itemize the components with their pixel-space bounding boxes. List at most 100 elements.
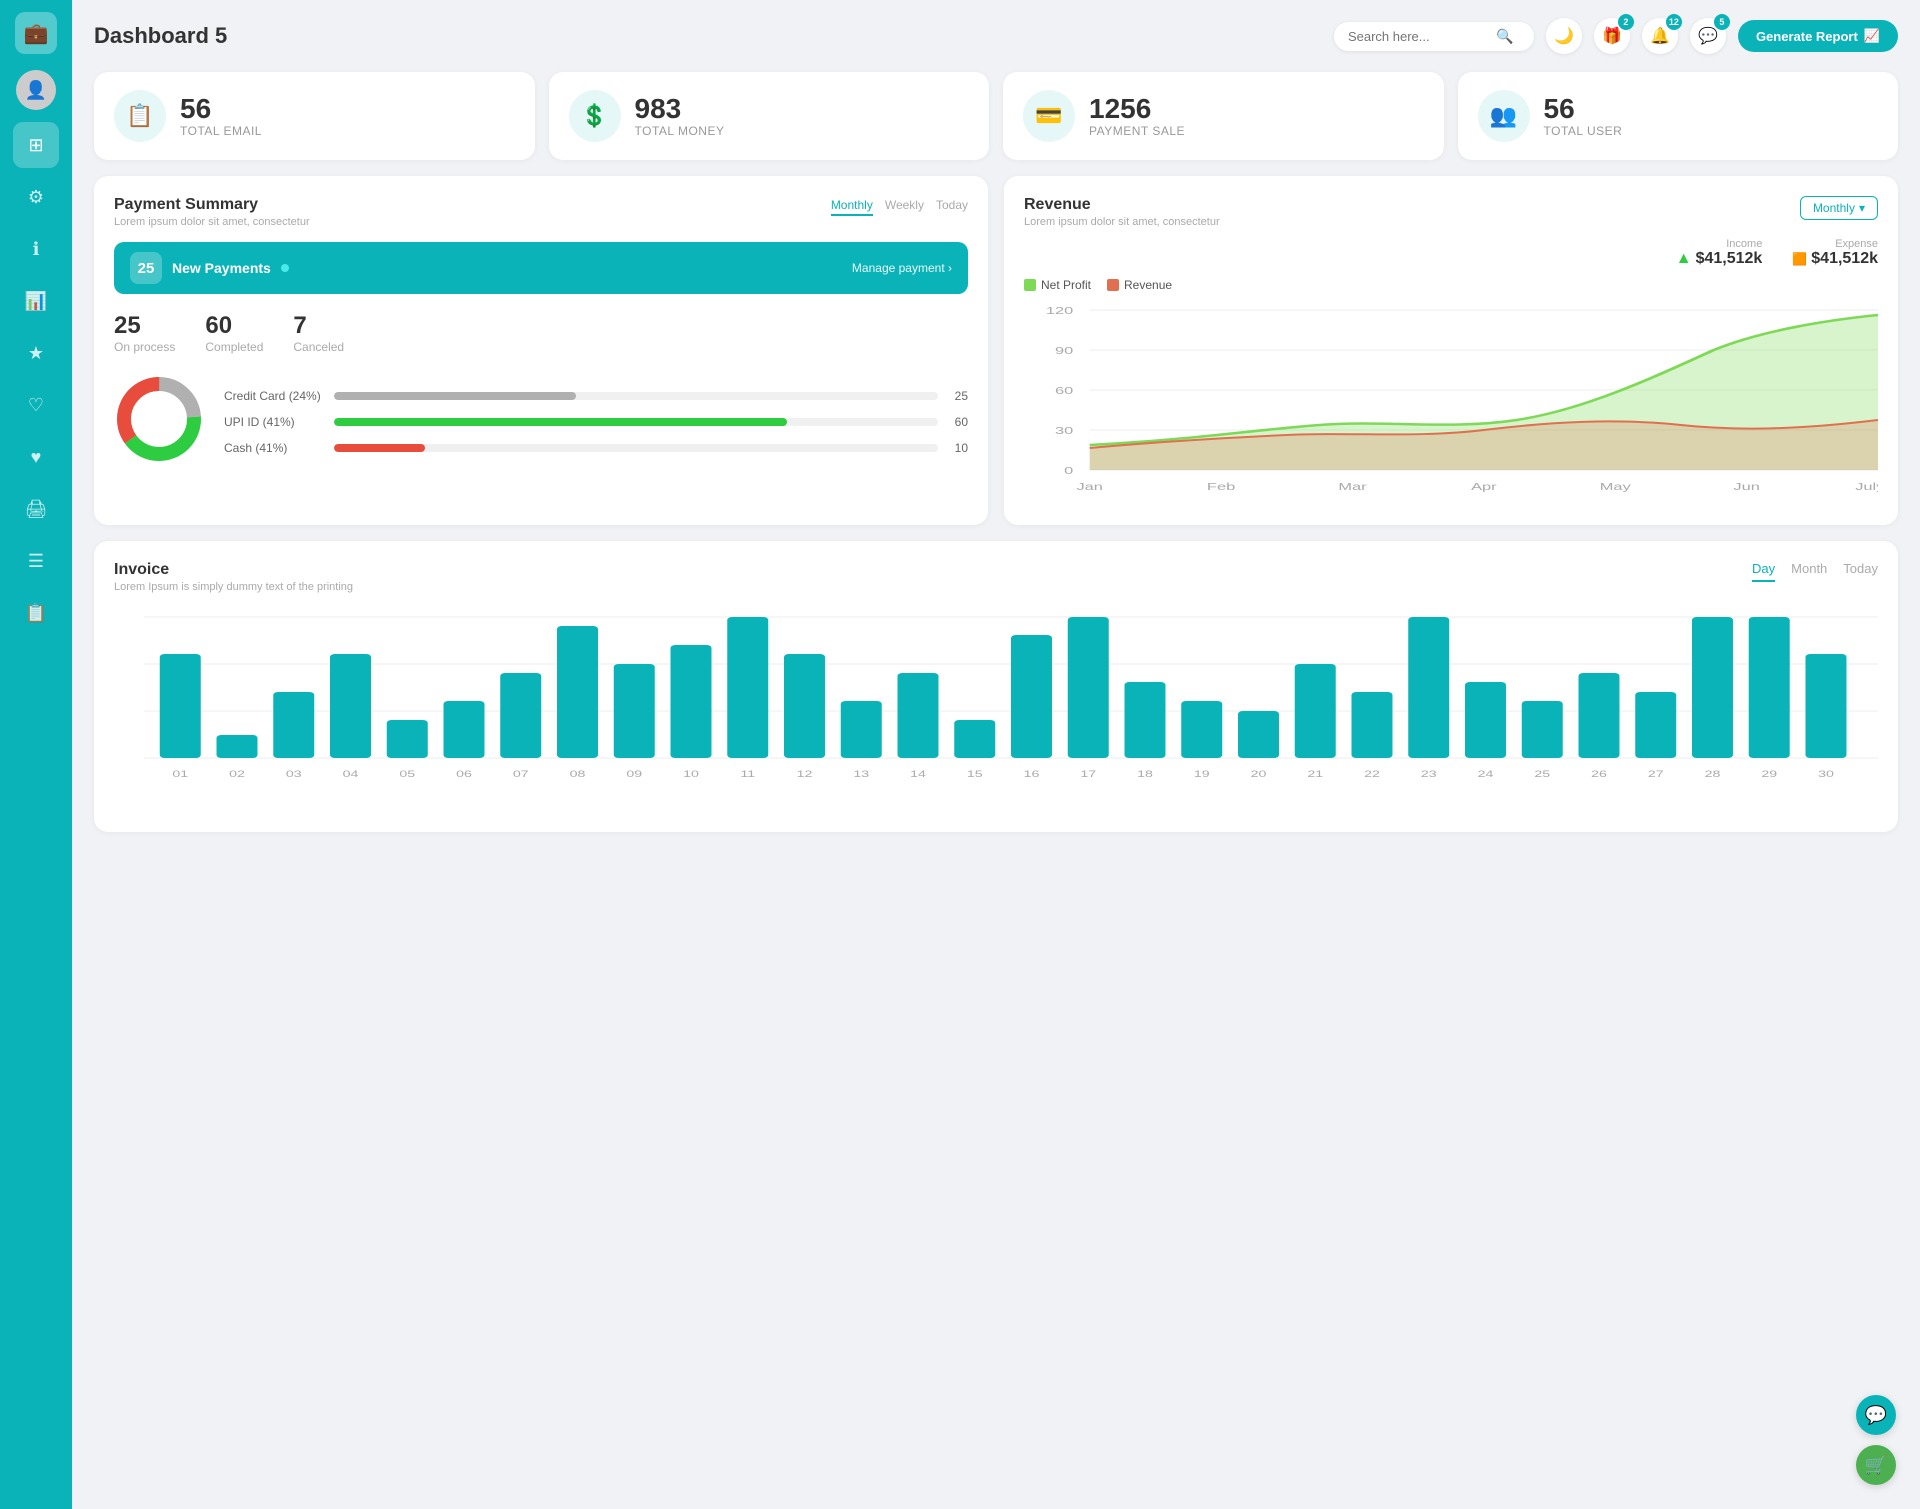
chat-icon-btn[interactable]: 💬 5 <box>1690 18 1726 54</box>
dark-mode-toggle[interactable]: 🌙 <box>1546 18 1582 54</box>
svg-text:03: 03 <box>286 769 302 780</box>
svg-text:18: 18 <box>1137 769 1153 780</box>
invoice-card: Invoice Lorem Ipsum is simply dummy text… <box>94 541 1898 832</box>
svg-text:Apr: Apr <box>1471 481 1497 492</box>
revenue-title-group: Revenue Lorem ipsum dolor sit amet, cons… <box>1024 196 1220 228</box>
income-amount: ▲ $41,512k <box>1676 250 1763 268</box>
income-expense-row: Income ▲ $41,512k Expense 🟧 $41,512k <box>1024 238 1878 268</box>
gift-badge: 2 <box>1618 14 1634 30</box>
cash-bar-wrap <box>334 444 938 452</box>
cart-float-btn[interactable]: 🛒 <box>1856 1445 1896 1485</box>
bell-badge: 12 <box>1666 14 1682 30</box>
svg-text:20: 20 <box>1251 769 1267 780</box>
chevron-down-icon: ▾ <box>1859 201 1865 215</box>
svg-text:Jun: Jun <box>1733 481 1759 492</box>
expense-icon: 🟧 <box>1792 252 1807 266</box>
svg-text:11: 11 <box>740 769 755 780</box>
sidebar-item-heart-outline[interactable]: ♡ <box>13 382 59 428</box>
svg-text:12: 12 <box>797 769 813 780</box>
tab-monthly[interactable]: Monthly <box>831 196 873 216</box>
revenue-header: Revenue Lorem ipsum dolor sit amet, cons… <box>1024 196 1878 228</box>
svg-text:08: 08 <box>570 769 586 780</box>
sidebar-item-chart[interactable]: 📊 <box>13 278 59 324</box>
svg-text:28: 28 <box>1705 769 1721 780</box>
inv-tab-today[interactable]: Today <box>1843 561 1878 582</box>
svg-text:Mar: Mar <box>1338 481 1367 492</box>
on-process-label: On process <box>114 340 175 354</box>
manage-payment-link[interactable]: Manage payment › <box>852 261 952 275</box>
svg-text:July: July <box>1855 481 1878 492</box>
svg-text:30: 30 <box>1055 425 1074 436</box>
on-process-value: 25 <box>114 312 175 340</box>
email-icon: 📋 <box>114 90 166 142</box>
user-label: TOTAL USER <box>1544 124 1623 138</box>
income-item: Income ▲ $41,512k <box>1676 238 1763 268</box>
sidebar-item-star[interactable]: ★ <box>13 330 59 376</box>
svg-text:29: 29 <box>1761 769 1777 780</box>
support-float-btn[interactable]: 💬 <box>1856 1395 1896 1435</box>
credit-label: Credit Card (24%) <box>224 389 324 403</box>
progress-row-cash: Cash (41%) 10 <box>224 441 968 455</box>
sidebar-item-list[interactable]: ☰ <box>13 538 59 584</box>
svg-text:27: 27 <box>1648 769 1664 780</box>
svg-text:06: 06 <box>456 769 472 780</box>
user-number: 56 <box>1544 94 1623 125</box>
sidebar-item-heart-filled[interactable]: ♥ <box>13 434 59 480</box>
revenue-title: Revenue <box>1024 196 1220 214</box>
search-input[interactable] <box>1348 29 1488 44</box>
svg-text:Jan: Jan <box>1076 481 1102 492</box>
svg-text:25: 25 <box>1534 769 1550 780</box>
sidebar-item-settings[interactable]: ⚙ <box>13 174 59 220</box>
stat-cards: 📋 56 TOTAL EMAIL 💲 983 TOTAL MONEY 💳 125… <box>94 72 1898 160</box>
invoice-title: Invoice <box>114 561 353 579</box>
donut-chart <box>114 374 204 469</box>
svg-text:10: 10 <box>683 769 699 780</box>
sidebar: 💼 👤 ⊞ ⚙ ℹ 📊 ★ ♡ ♥ 🖨 ☰ 📋 <box>0 0 72 1509</box>
invoice-chart-wrap: 60 40 20 0 01 02 03 04 05 06 07 <box>114 607 1878 812</box>
generate-report-button[interactable]: Generate Report 📈 <box>1738 20 1898 52</box>
stat-money-info: 983 TOTAL MONEY <box>635 94 725 139</box>
svg-text:09: 09 <box>626 769 642 780</box>
tab-today[interactable]: Today <box>936 196 968 216</box>
stat-email-info: 56 TOTAL EMAIL <box>180 94 262 139</box>
expense-label: Expense <box>1792 238 1878 250</box>
credit-bar <box>334 392 576 400</box>
inv-tab-month[interactable]: Month <box>1791 561 1827 582</box>
gift-icon-btn[interactable]: 🎁 2 <box>1594 18 1630 54</box>
canceled-label: Canceled <box>293 340 344 354</box>
inv-tab-day[interactable]: Day <box>1752 561 1775 582</box>
revenue-monthly-dropdown[interactable]: Monthly ▾ <box>1800 196 1878 220</box>
svg-text:16: 16 <box>1024 769 1040 780</box>
expense-amount: 🟧 $41,512k <box>1792 250 1878 268</box>
invoice-title-group: Invoice Lorem Ipsum is simply dummy text… <box>114 561 353 593</box>
svg-text:120: 120 <box>1046 305 1074 316</box>
tab-weekly[interactable]: Weekly <box>885 196 924 216</box>
sidebar-item-dashboard[interactable]: ⊞ <box>13 122 59 168</box>
svg-text:07: 07 <box>513 769 529 780</box>
svg-text:21: 21 <box>1307 769 1323 780</box>
new-payments-dot <box>281 264 289 272</box>
email-number: 56 <box>180 94 262 125</box>
expense-item: Expense 🟧 $41,512k <box>1792 238 1878 268</box>
stat-card-user: 👥 56 TOTAL USER <box>1458 72 1899 160</box>
money-number: 983 <box>635 94 725 125</box>
sidebar-item-info[interactable]: ℹ <box>13 226 59 272</box>
header-right: 🔍 🌙 🎁 2 🔔 12 💬 5 Generate Report 📈 <box>1334 18 1898 54</box>
income-label: Income <box>1676 238 1763 250</box>
payment-stats-row: 25 On process 60 Completed 7 Canceled <box>114 312 968 354</box>
sidebar-item-print[interactable]: 🖨 <box>13 486 59 532</box>
bell-icon-btn[interactable]: 🔔 12 <box>1642 18 1678 54</box>
payment-header: Payment Summary Lorem ipsum dolor sit am… <box>114 196 968 228</box>
revenue-card: Revenue Lorem ipsum dolor sit amet, cons… <box>1004 176 1898 525</box>
svg-text:30: 30 <box>1818 769 1834 780</box>
cash-val: 10 <box>948 441 968 455</box>
main-content: Dashboard 5 🔍 🌙 🎁 2 🔔 12 💬 5 Generate Re… <box>72 0 1920 1509</box>
payment-summary-card: Payment Summary Lorem ipsum dolor sit am… <box>94 176 988 525</box>
svg-text:Feb: Feb <box>1207 481 1235 492</box>
user-avatar[interactable]: 👤 <box>16 70 56 110</box>
floating-buttons: 💬 🛒 <box>1856 1395 1896 1485</box>
svg-text:13: 13 <box>853 769 869 780</box>
invoice-tabs: Day Month Today <box>1752 561 1878 582</box>
legend-net-profit: Net Profit <box>1024 278 1091 292</box>
sidebar-item-notes[interactable]: 📋 <box>13 590 59 636</box>
